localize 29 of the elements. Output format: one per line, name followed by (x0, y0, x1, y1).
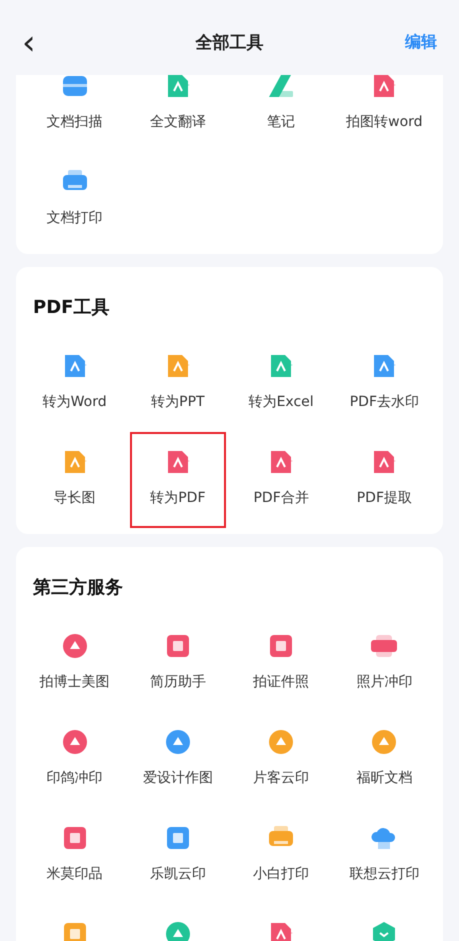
tool-item[interactable]: 爱设计作图 (130, 712, 226, 808)
tool-item[interactable]: 乐凯云印 (130, 808, 226, 904)
back-button[interactable]: ‹ (22, 26, 62, 60)
tool-item[interactable]: 联想云打印 (336, 808, 432, 904)
tool-item[interactable]: PDF提取 (336, 432, 432, 528)
page-title: 全部工具 (196, 32, 264, 54)
tool-item[interactable]: 拍图转word (336, 75, 432, 152)
tool-item[interactable]: 小白打印 (234, 808, 329, 904)
tool-item[interactable]: 导长图 (27, 432, 122, 528)
tool-item[interactable]: PDF合并 (234, 432, 329, 528)
tool-item[interactable]: 转为PPT (130, 336, 226, 432)
section-title: PDF工具 (32, 296, 110, 320)
tool-item[interactable]: 米莫印品 (27, 808, 122, 904)
tool-item[interactable]: 片客云印 (234, 712, 329, 808)
tool-item[interactable]: 文档打印 (27, 152, 122, 248)
highlighted-tool[interactable]: 转为PDF (130, 432, 226, 528)
tool-item[interactable]: 全文翻译 (130, 75, 226, 152)
tool-item[interactable]: 转为Word (27, 336, 122, 432)
tool-item[interactable]: 简历助手 (130, 616, 226, 712)
tool-item[interactable]: 福昕文档 (336, 712, 432, 808)
tool-item[interactable]: 文档扫描 (27, 75, 122, 152)
tool-item[interactable]: 照片冲印 (336, 616, 432, 712)
tool-item[interactable]: 拍证件照 (234, 616, 329, 712)
tool-item[interactable]: PDF去水印 (336, 336, 432, 432)
tool-item[interactable]: 笔记 (234, 75, 329, 152)
tool-item[interactable]: 印鸽冲印 (27, 712, 122, 808)
tool-item[interactable]: 转为Excel (234, 336, 329, 432)
section-title: 第三方服务 (32, 576, 124, 600)
tool-item[interactable]: 拍博士美图 (27, 616, 122, 712)
